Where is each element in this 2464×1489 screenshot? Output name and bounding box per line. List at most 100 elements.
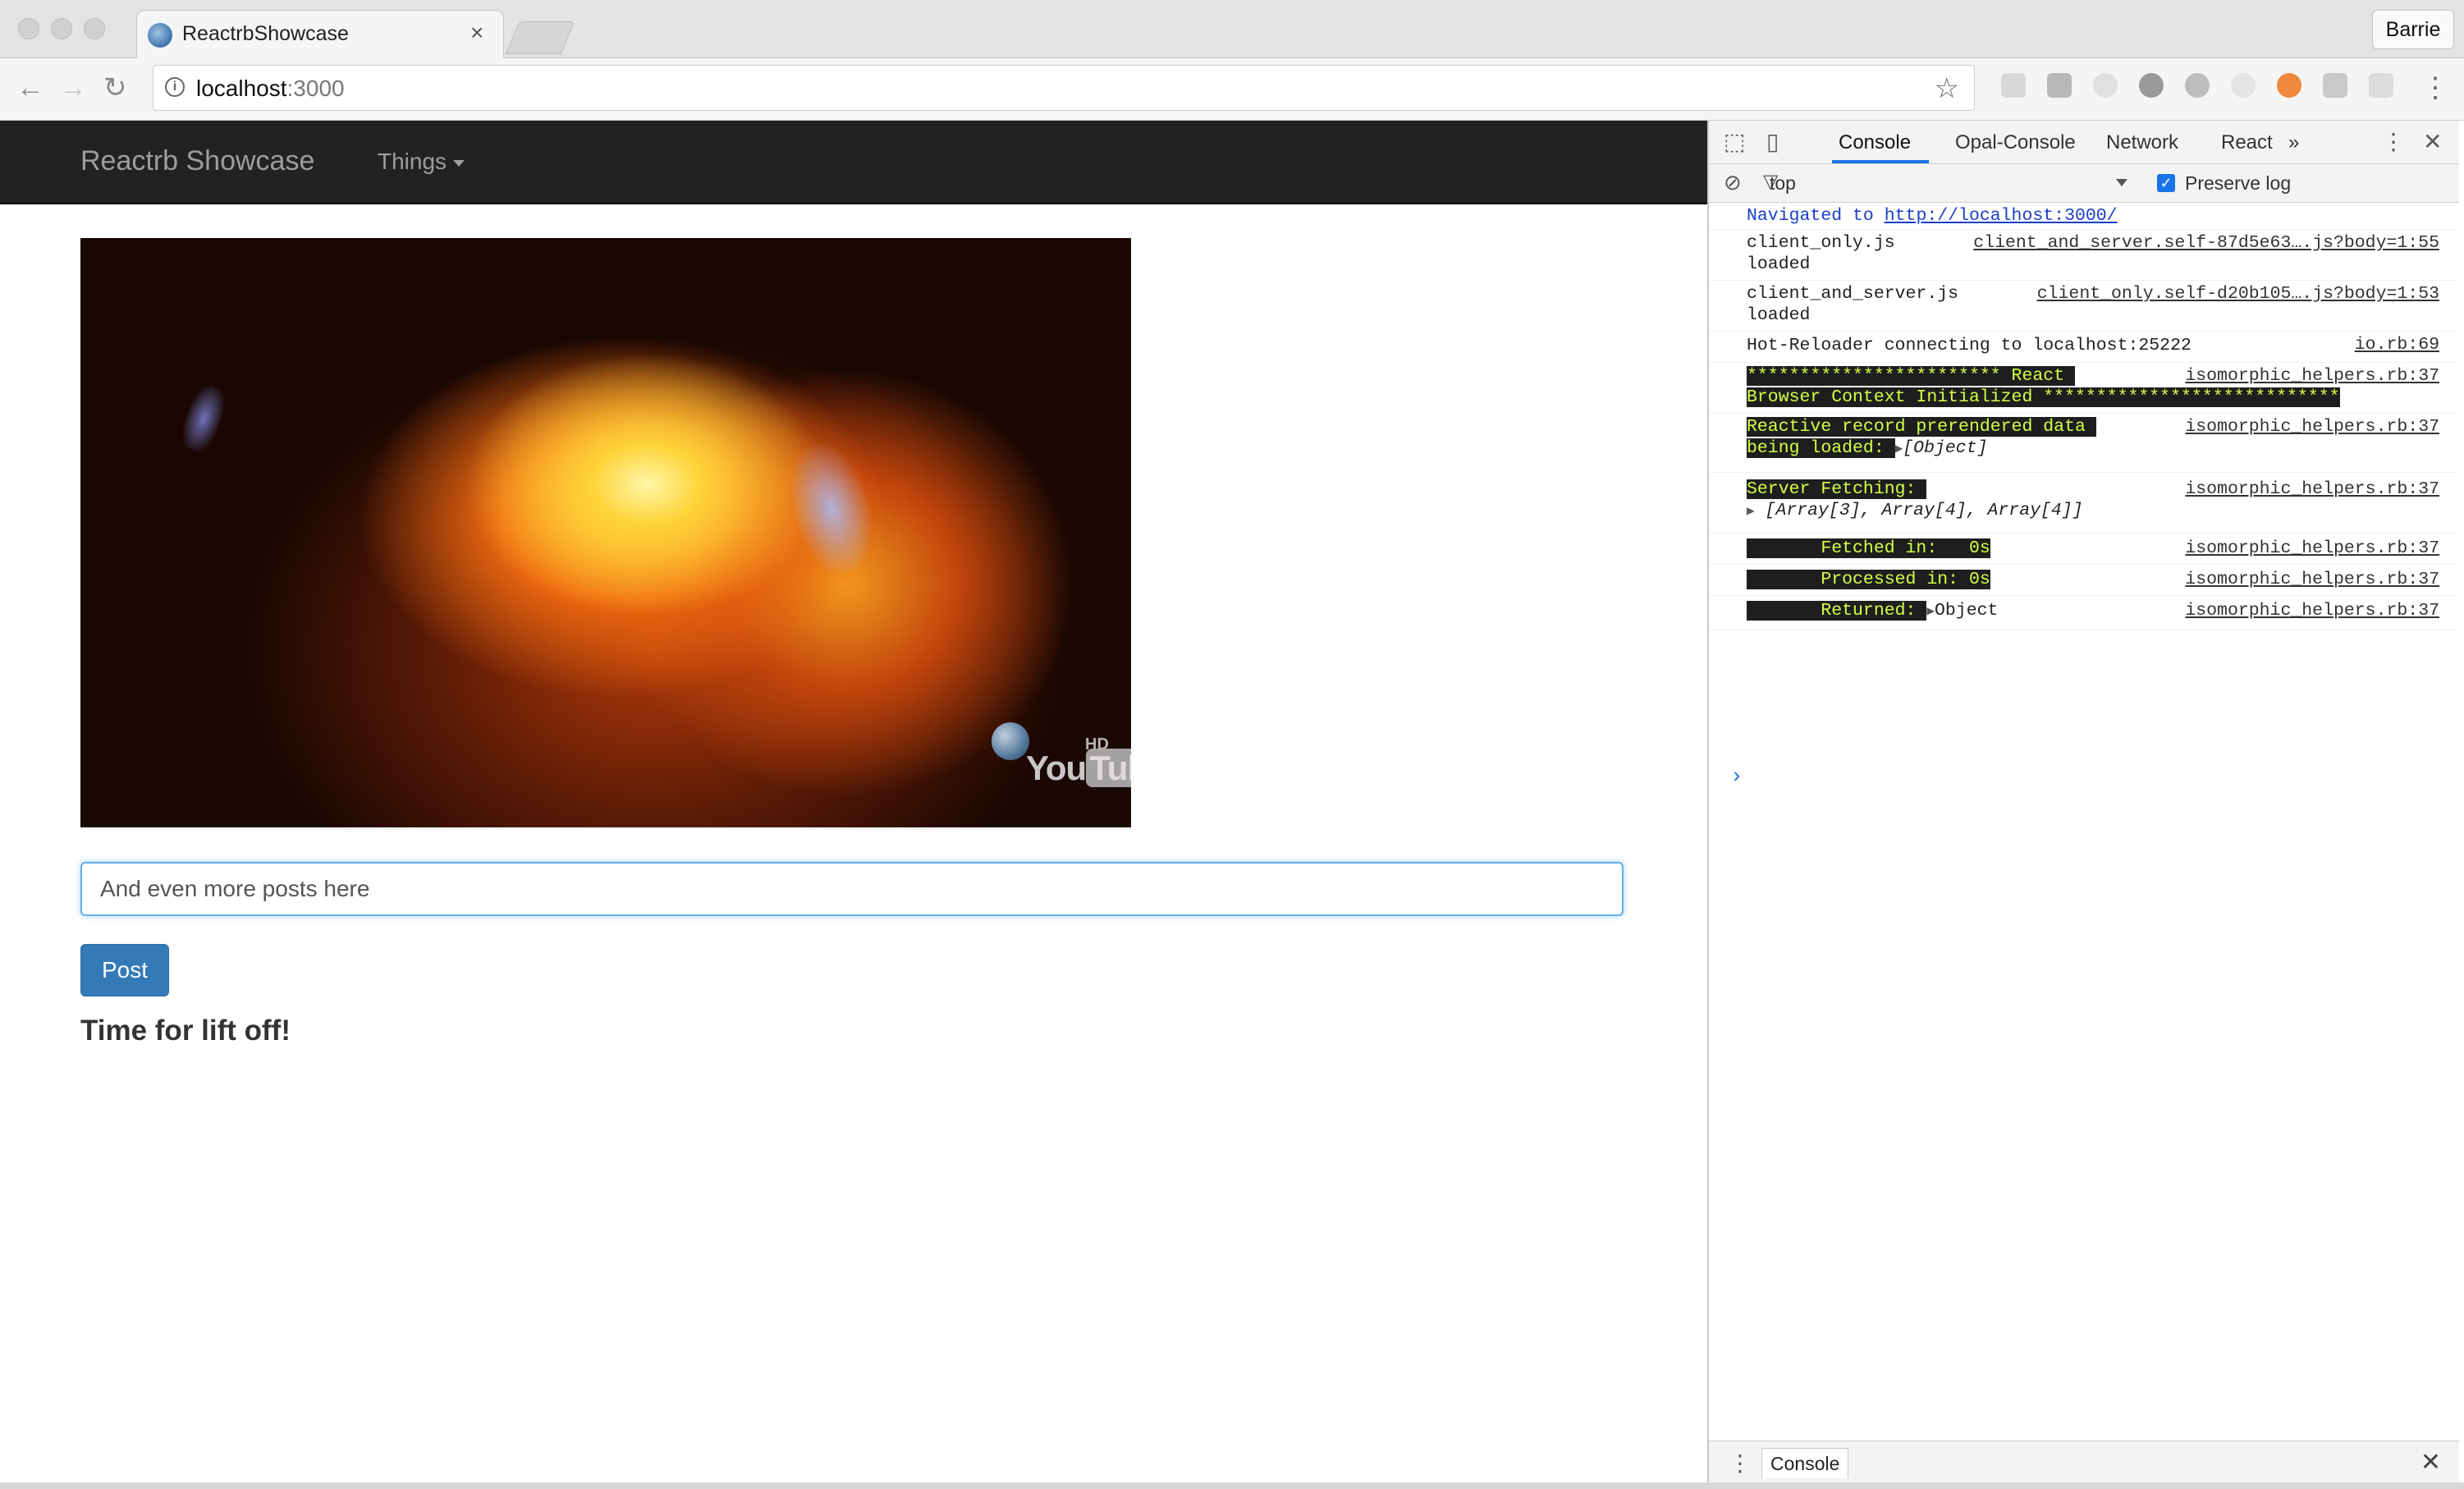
console-message-text: Hot-Reloader connecting to localhost:252… bbox=[1747, 336, 2191, 355]
tab-close-icon[interactable]: × bbox=[470, 20, 483, 46]
address-bar[interactable]: i localhost:3000 ☆ bbox=[153, 65, 1975, 111]
gear-icon[interactable] bbox=[2139, 73, 2164, 98]
preserve-log-checkbox[interactable]: ✓ bbox=[2157, 174, 2175, 192]
things-dropdown[interactable]: Things bbox=[378, 149, 465, 175]
console-message: Reactive record prerendered data being l… bbox=[1709, 413, 2459, 473]
console-filterbar: ⊘ ▽ top ✓ Preserve log bbox=[1709, 164, 2459, 203]
console-message: client_only.js loaded client_and_server.s… bbox=[1709, 229, 2459, 281]
console-message: client_and_server.js loaded client_only.s… bbox=[1709, 280, 2459, 332]
video-frame-highlight bbox=[778, 436, 885, 582]
things-dropdown-label: Things bbox=[378, 149, 447, 174]
context-selector[interactable]: top bbox=[1770, 172, 1796, 195]
page-heading: Time for lift off! bbox=[80, 1015, 291, 1047]
youtube-logo-text: YouTube bbox=[1026, 749, 1131, 788]
preserve-log-label[interactable]: Preserve log bbox=[2185, 172, 2291, 195]
console-source-link[interactable]: client_and_server.self-87d5e63….js?body=… bbox=[1973, 232, 2439, 254]
context-dropdown-icon[interactable] bbox=[2116, 179, 2127, 186]
console-message-text: Server Fetching: ▶ [Array[3], Array[4], … bbox=[1747, 479, 2083, 520]
window-bottom-edge bbox=[0, 1482, 2464, 1489]
extension-icon-1[interactable] bbox=[2001, 73, 2026, 98]
console-message: Server Fetching: ▶ [Array[3], Array[4], … bbox=[1709, 472, 2459, 534]
back-arrow-icon[interactable]: ← bbox=[16, 71, 44, 104]
tab-network[interactable]: Network bbox=[2106, 131, 2178, 154]
youtube-logo-word2: Tube bbox=[1086, 749, 1131, 787]
extension-icon-5[interactable] bbox=[2185, 73, 2210, 98]
drawer-close-icon[interactable]: ✕ bbox=[2420, 1448, 2441, 1477]
tab-favicon-icon bbox=[148, 23, 172, 48]
url-host: localhost bbox=[196, 76, 287, 101]
url-port: :3000 bbox=[286, 76, 345, 101]
reload-icon[interactable]: ↻ bbox=[103, 71, 127, 104]
console-source-link[interactable]: isomorphic_helpers.rb:37 bbox=[2185, 600, 2439, 621]
devtools-close-icon[interactable]: ✕ bbox=[2423, 129, 2442, 155]
devtools-tabbar: ⬚ ▯ Console Opal-Console Network React »… bbox=[1709, 121, 2459, 164]
more-tabs-icon[interactable]: » bbox=[2288, 131, 2299, 154]
console-message: Navigated to http://localhost:3000/ bbox=[1709, 203, 2459, 230]
close-window-icon[interactable] bbox=[18, 18, 39, 39]
extension-icon-8[interactable] bbox=[2323, 73, 2347, 98]
console-source-link[interactable]: isomorphic_helpers.rb:37 bbox=[2185, 365, 2439, 387]
video-frame-highlight-2 bbox=[176, 382, 231, 456]
console-message-text: Fetched in: 0s bbox=[1747, 538, 1990, 558]
youtube-watermark[interactable]: HD YouTube bbox=[983, 714, 1131, 796]
device-toolbar-icon[interactable]: ▯ bbox=[1766, 129, 1779, 155]
console-message-text: client_only.js loaded bbox=[1747, 233, 1895, 274]
app-navbar: Reactrb Showcase Things bbox=[0, 121, 1707, 204]
tab-title: ReactrbShowcase bbox=[182, 22, 349, 45]
console-source-link[interactable]: io.rb:69 bbox=[2355, 334, 2439, 355]
console-prompt[interactable]: › bbox=[1730, 764, 1743, 789]
info-icon[interactable]: i bbox=[165, 77, 185, 97]
extension-icon-7[interactable] bbox=[2277, 73, 2301, 98]
console-source-link[interactable]: isomorphic_helpers.rb:37 bbox=[2185, 569, 2439, 590]
console-source-link[interactable]: isomorphic_helpers.rb:37 bbox=[2185, 416, 2439, 438]
tab-opal-console[interactable]: Opal-Console bbox=[1955, 131, 2076, 154]
console-message-text: client_and_server.js loaded bbox=[1747, 284, 1959, 325]
minimize-window-icon[interactable] bbox=[51, 18, 72, 39]
console-message-text: Processed in: 0s bbox=[1747, 570, 1990, 589]
post-button[interactable]: Post bbox=[80, 944, 169, 996]
drawer-tab-console[interactable]: Console bbox=[1761, 1448, 1849, 1478]
new-tab-button[interactable] bbox=[505, 21, 575, 54]
extension-icon-3[interactable] bbox=[2093, 73, 2118, 98]
youtube-logo-word1: You bbox=[1026, 749, 1087, 787]
console-source-link[interactable]: client_only.self-d20b105….js?body=1:53 bbox=[2037, 283, 2439, 305]
post-input[interactable] bbox=[80, 862, 1624, 916]
navigated-url-link[interactable]: http://localhost:3000/ bbox=[1885, 206, 2118, 226]
extension-icon-9[interactable] bbox=[2369, 73, 2393, 98]
console-source-link[interactable]: isomorphic_helpers.rb:37 bbox=[2185, 479, 2439, 500]
chrome-menu-icon[interactable]: ⋮ bbox=[2421, 71, 2449, 104]
maximize-window-icon[interactable] bbox=[84, 18, 105, 39]
expand-triangle-icon[interactable]: ▶ bbox=[1926, 604, 1935, 619]
forward-arrow-icon[interactable]: → bbox=[59, 71, 87, 104]
drawer-menu-icon[interactable]: ⋮ bbox=[1729, 1450, 1752, 1477]
inspect-element-icon[interactable]: ⬚ bbox=[1724, 129, 1745, 155]
console-message: Fetched in: 0s isomorphic_helpers.rb:37 bbox=[1709, 533, 2459, 565]
tab-console[interactable]: Console bbox=[1839, 131, 1911, 154]
extension-icon-2[interactable] bbox=[2047, 73, 2072, 98]
console-message: Hot-Reloader connecting to localhost:252… bbox=[1709, 331, 2459, 363]
console-message: Returned: ▶Object isomorphic_helpers.rb:… bbox=[1709, 595, 2459, 630]
console-message-text: Reactive record prerendered data being l… bbox=[1747, 417, 2096, 458]
clear-console-icon[interactable]: ⊘ bbox=[1724, 169, 1742, 195]
console-message-text: Navigated to http://localhost:3000/ bbox=[1747, 206, 2118, 226]
globe-icon bbox=[992, 722, 1029, 760]
expand-triangle-icon[interactable]: ▶ bbox=[1895, 442, 1903, 456]
profile-button[interactable]: Barrie bbox=[2372, 10, 2454, 49]
url-text: localhost:3000 bbox=[196, 76, 345, 102]
devtools-menu-icon[interactable]: ⋮ bbox=[2382, 129, 2405, 155]
bookmark-star-icon[interactable]: ☆ bbox=[1935, 72, 1959, 105]
caret-down-icon bbox=[453, 159, 465, 167]
expand-triangle-icon[interactable]: ▶ bbox=[1747, 504, 1755, 519]
window-titlebar: ReactrbShowcase × Barrie bbox=[0, 0, 2464, 59]
brand-link[interactable]: Reactrb Showcase bbox=[80, 145, 314, 177]
youtube-video-player[interactable]: HD YouTube bbox=[80, 238, 1131, 827]
tab-react[interactable]: React bbox=[2221, 131, 2273, 154]
devtools-panel: ⬚ ▯ Console Opal-Console Network React »… bbox=[1707, 121, 2459, 1484]
devtools-drawer: ⋮ Console ✕ bbox=[1709, 1441, 2459, 1484]
active-tab-indicator bbox=[1832, 160, 1929, 163]
extension-icon-6[interactable] bbox=[2231, 73, 2256, 98]
console-message: ************************ React Browser C… bbox=[1709, 362, 2459, 414]
console-message: Processed in: 0s isomorphic_helpers.rb:3… bbox=[1709, 564, 2459, 596]
browser-toolbar: ← → ↻ i localhost:3000 ☆ ⋮ bbox=[0, 58, 2464, 121]
console-source-link[interactable]: isomorphic_helpers.rb:37 bbox=[2185, 538, 2439, 559]
